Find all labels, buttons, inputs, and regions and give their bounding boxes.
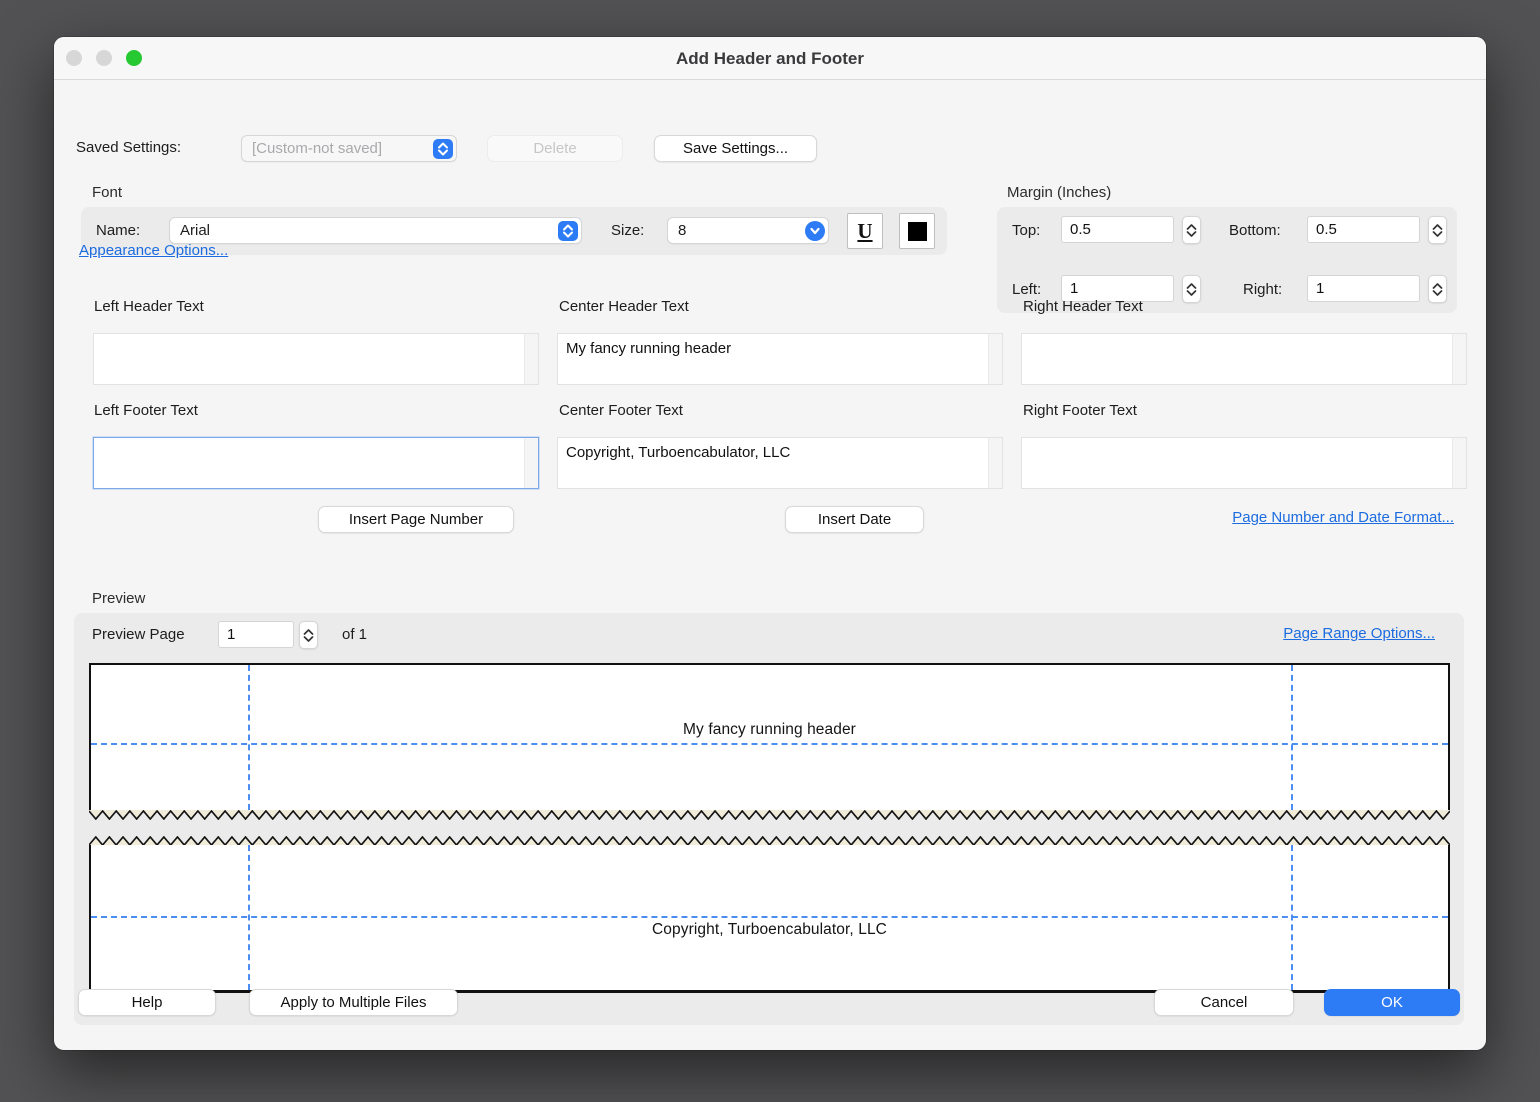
margin-left-stepper[interactable] (1182, 275, 1201, 303)
saved-settings-row: Saved Settings: [Custom-not saved] Delet… (74, 134, 1466, 162)
delete-button[interactable]: Delete (487, 135, 623, 162)
scrollbar-track[interactable] (988, 438, 1002, 488)
close-icon[interactable] (66, 50, 82, 66)
left-header-input[interactable] (94, 334, 524, 384)
insert-date-button[interactable]: Insert Date (785, 506, 924, 533)
right-footer-input[interactable] (1022, 438, 1452, 488)
stepper-down-icon (1432, 290, 1443, 296)
font-name-value: Arial (170, 222, 558, 239)
title-bar: Add Header and Footer (54, 37, 1486, 80)
help-button[interactable]: Help (78, 989, 216, 1016)
center-footer-input[interactable]: Copyright, Turboencabulator, LLC (558, 438, 988, 488)
left-header-field[interactable] (93, 333, 539, 385)
left-header-label: Left Header Text (94, 298, 204, 315)
cancel-button[interactable]: Cancel (1154, 989, 1294, 1016)
stepper-up-icon (1186, 224, 1197, 230)
scrollbar-track[interactable] (524, 334, 538, 384)
scrollbar-track[interactable] (988, 334, 1002, 384)
scrollbar-track[interactable] (524, 438, 538, 488)
ok-button[interactable]: OK (1324, 989, 1460, 1016)
preview-section-label: Preview (92, 590, 145, 607)
updown-chevrons-icon (433, 139, 453, 159)
font-size-value: 8 (668, 222, 805, 239)
margin-section-label: Margin (Inches) (1007, 184, 1111, 201)
center-footer-label: Center Footer Text (559, 402, 683, 419)
right-header-input[interactable] (1022, 334, 1452, 384)
margin-top-input[interactable] (1061, 216, 1174, 243)
right-footer-field[interactable] (1021, 437, 1467, 489)
underline-button[interactable]: U (847, 213, 883, 249)
saved-settings-dropdown[interactable]: [Custom-not saved] (241, 135, 457, 162)
font-section-label: Font (92, 184, 122, 201)
minimize-icon[interactable] (96, 50, 112, 66)
updown-chevrons-icon (558, 221, 578, 241)
preview-page-label: Preview Page (92, 626, 185, 643)
dialog-title: Add Header and Footer (54, 37, 1486, 80)
margin-right-label: Right: (1243, 281, 1282, 298)
scrollbar-track[interactable] (1452, 438, 1466, 488)
preview-footer-text: Copyright, Turboencabulator, LLC (91, 921, 1448, 939)
margin-right-input[interactable] (1307, 275, 1420, 302)
page-range-options-link[interactable]: Page Range Options... (1283, 625, 1435, 642)
font-name-label: Name: (96, 222, 140, 239)
stepper-down-icon (1186, 231, 1197, 237)
save-settings-button[interactable]: Save Settings... (654, 135, 817, 162)
add-header-footer-dialog: Add Header and Footer Saved Settings: [C… (54, 37, 1486, 1050)
center-header-input[interactable]: My fancy running header (558, 334, 988, 384)
center-footer-field[interactable]: Copyright, Turboencabulator, LLC (557, 437, 1003, 489)
page-top-area: My fancy running header (89, 663, 1450, 810)
left-footer-field[interactable] (93, 437, 539, 489)
stepper-down-icon (1186, 290, 1197, 296)
page-top-piece: My fancy running header (89, 663, 1450, 819)
stepper-up-icon (303, 629, 314, 635)
page-number-date-format-link[interactable]: Page Number and Date Format... (1232, 509, 1454, 526)
chevron-down-icon (805, 221, 825, 241)
stepper-down-icon (303, 636, 314, 642)
preview-page-stepper[interactable] (299, 621, 318, 649)
bottom-margin-guide (91, 916, 1448, 918)
page-preview: My fancy running header Copyright, Turbo… (89, 663, 1450, 993)
insert-page-number-button[interactable]: Insert Page Number (318, 506, 514, 533)
saved-settings-label: Saved Settings: (76, 139, 181, 156)
left-footer-label: Left Footer Text (94, 402, 198, 419)
page-bottom-area: Copyright, Turboencabulator, LLC (89, 845, 1450, 993)
margin-bottom-stepper[interactable] (1428, 216, 1447, 244)
preview-header-text: My fancy running header (91, 721, 1448, 739)
stepper-down-icon (1432, 231, 1443, 237)
right-footer-label: Right Footer Text (1023, 402, 1137, 419)
right-header-field[interactable] (1021, 333, 1467, 385)
right-header-label: Right Header Text (1023, 298, 1143, 315)
bottom-button-bar: Help Apply to Multiple Files Cancel OK (54, 989, 1486, 1016)
font-name-dropdown[interactable]: Arial (169, 217, 582, 244)
preview-of-label: of 1 (342, 626, 367, 643)
center-header-label: Center Header Text (559, 298, 689, 315)
left-footer-input[interactable] (94, 438, 524, 488)
margin-top-label: Top: (1012, 222, 1040, 239)
zoom-icon[interactable] (126, 50, 142, 66)
torn-edge (89, 810, 1450, 820)
stepper-up-icon (1186, 283, 1197, 289)
page-bottom-piece: Copyright, Turboencabulator, LLC (89, 836, 1450, 993)
apply-to-multiple-files-button[interactable]: Apply to Multiple Files (249, 989, 458, 1016)
font-size-label: Size: (611, 222, 644, 239)
margin-bottom-input[interactable] (1307, 216, 1420, 243)
center-header-field[interactable]: My fancy running header (557, 333, 1003, 385)
font-size-combo[interactable]: 8 (667, 217, 829, 244)
margin-top-stepper[interactable] (1182, 216, 1201, 244)
top-margin-guide (91, 743, 1448, 745)
preview-page-input[interactable] (218, 621, 294, 648)
stepper-up-icon (1432, 283, 1443, 289)
margin-bottom-label: Bottom: (1229, 222, 1281, 239)
margin-left-label: Left: (1012, 281, 1041, 298)
scrollbar-track[interactable] (1452, 334, 1466, 384)
margin-right-stepper[interactable] (1428, 275, 1447, 303)
font-color-swatch (908, 222, 927, 241)
stepper-up-icon (1432, 224, 1443, 230)
appearance-options-link[interactable]: Appearance Options... (79, 242, 228, 259)
font-color-button[interactable] (899, 213, 935, 249)
saved-settings-value: [Custom-not saved] (242, 140, 433, 157)
preview-panel: Preview Page of 1 Page Range Options... … (74, 613, 1464, 1025)
